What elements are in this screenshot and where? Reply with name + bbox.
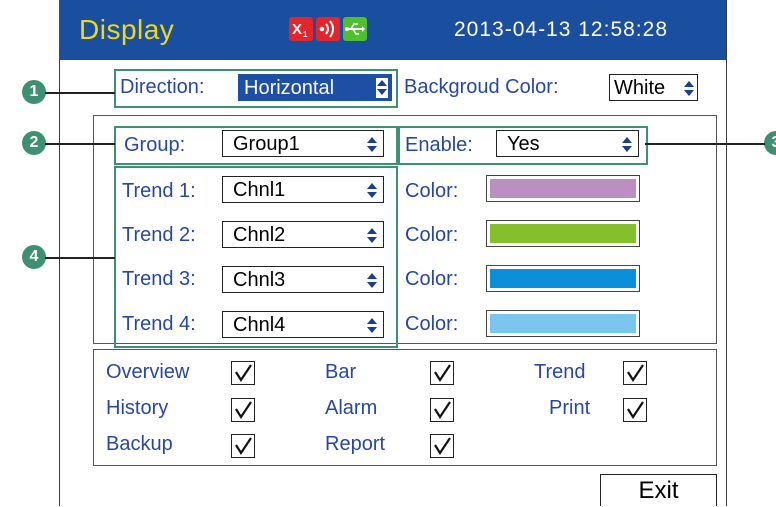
page-title: Display xyxy=(79,14,175,45)
trend-1-spinner-icon xyxy=(367,181,377,199)
enable-select[interactable]: Yes xyxy=(496,130,639,157)
check-print-checkbox[interactable] xyxy=(623,398,647,422)
trend-4-channel-value: Chnl4 xyxy=(233,314,286,336)
check-history-label: History xyxy=(106,397,169,419)
direction-label: Direction: xyxy=(120,76,205,98)
checkmark-icon xyxy=(434,437,451,456)
checkmark-icon xyxy=(627,364,644,383)
trend-1-channel-value: Chnl1 xyxy=(233,179,286,201)
checkmark-icon xyxy=(434,401,451,420)
checkmark-icon xyxy=(235,401,252,420)
checkmark-icon xyxy=(235,437,252,456)
direction-select[interactable]: Horizontal xyxy=(238,74,392,101)
check-overview-label: Overview xyxy=(106,361,190,383)
callout-2: 2 xyxy=(22,131,46,155)
trend-2-color-label: Color: xyxy=(405,224,459,246)
callout-3-leader xyxy=(645,143,765,145)
trend-3-color-label: Color: xyxy=(405,268,459,290)
checkmark-icon xyxy=(627,401,644,420)
trend-2-channel-value: Chnl2 xyxy=(233,224,286,246)
check-history-checkbox[interactable] xyxy=(231,398,255,422)
trend-2-color-fill xyxy=(490,224,636,243)
check-print-label: Print xyxy=(549,397,591,419)
group-label: Group: xyxy=(124,134,186,156)
trend-2-color-swatch[interactable] xyxy=(486,220,640,247)
check-bar-label: Bar xyxy=(325,361,357,383)
check-report-checkbox[interactable] xyxy=(430,434,454,458)
direction-value: Horizontal xyxy=(244,77,335,99)
callout-4: 4 xyxy=(22,245,46,269)
check-alarm-checkbox[interactable] xyxy=(430,398,454,422)
trend-3-label: Trend 3: xyxy=(122,268,196,290)
check-bar-checkbox[interactable] xyxy=(430,361,454,385)
enable-label: Enable: xyxy=(405,134,473,156)
check-report-label: Report xyxy=(325,433,386,455)
trend-3-color-fill xyxy=(490,269,636,288)
title-bar: Display X1 2013-04-13 12:58:28 xyxy=(59,0,726,60)
trend-4-channel-select[interactable]: Chnl4 xyxy=(222,311,384,338)
trend-3-channel-value: Chnl3 xyxy=(233,269,286,291)
check-trend-label: Trend xyxy=(534,361,586,383)
callout-4-leader xyxy=(45,257,115,259)
trend-4-color-swatch[interactable] xyxy=(486,310,640,337)
group-spinner-icon xyxy=(367,135,377,153)
usb-icon xyxy=(343,17,367,41)
trend-4-spinner-icon xyxy=(367,316,377,334)
check-trend-checkbox[interactable] xyxy=(623,361,647,385)
group-select[interactable]: Group1 xyxy=(222,130,384,157)
trend-1-color-fill xyxy=(490,179,636,198)
enable-spinner-icon xyxy=(622,135,632,153)
background-spinner-icon xyxy=(684,79,694,97)
check-backup-label: Backup xyxy=(106,433,173,455)
trend-3-spinner-icon xyxy=(367,271,377,289)
exit-button[interactable]: Exit xyxy=(600,474,717,506)
signal-icon xyxy=(316,17,340,41)
check-backup-checkbox[interactable] xyxy=(231,434,255,458)
callout-1-leader xyxy=(45,92,115,94)
trend-1-label: Trend 1: xyxy=(122,180,196,202)
trend-3-channel-select[interactable]: Chnl3 xyxy=(222,266,384,293)
background-color-label: Backgroud Color: xyxy=(404,76,559,98)
svg-text:X: X xyxy=(292,21,302,38)
trend-4-label: Trend 4: xyxy=(122,313,196,335)
callout-1: 1 xyxy=(22,80,46,104)
background-color-select[interactable]: White xyxy=(609,74,698,101)
callout-3: 3 xyxy=(764,131,776,155)
checkmark-icon xyxy=(434,364,451,383)
datetime-display: 2013-04-13 12:58:28 xyxy=(454,18,668,41)
enable-value: Yes xyxy=(507,133,540,155)
trend-4-color-fill xyxy=(490,314,636,333)
trend-1-color-label: Color: xyxy=(405,180,459,202)
callout-2-leader xyxy=(45,143,115,145)
group-value: Group1 xyxy=(233,133,300,155)
checkmark-icon xyxy=(235,364,252,383)
background-color-value: White xyxy=(614,77,666,99)
direction-spinner-icon xyxy=(376,78,388,98)
trend-2-spinner-icon xyxy=(367,226,377,244)
check-overview-checkbox[interactable] xyxy=(231,361,255,385)
trend-1-channel-select[interactable]: Chnl1 xyxy=(222,176,384,203)
trend-1-color-swatch[interactable] xyxy=(486,175,640,202)
alarm-x-icon: X1 xyxy=(289,17,313,41)
check-alarm-label: Alarm xyxy=(325,397,378,419)
trend-3-color-swatch[interactable] xyxy=(486,265,640,292)
trend-2-label: Trend 2: xyxy=(122,224,196,246)
trend-2-channel-select[interactable]: Chnl2 xyxy=(222,221,384,248)
svg-text:1: 1 xyxy=(303,30,308,39)
trend-4-color-label: Color: xyxy=(405,313,459,335)
